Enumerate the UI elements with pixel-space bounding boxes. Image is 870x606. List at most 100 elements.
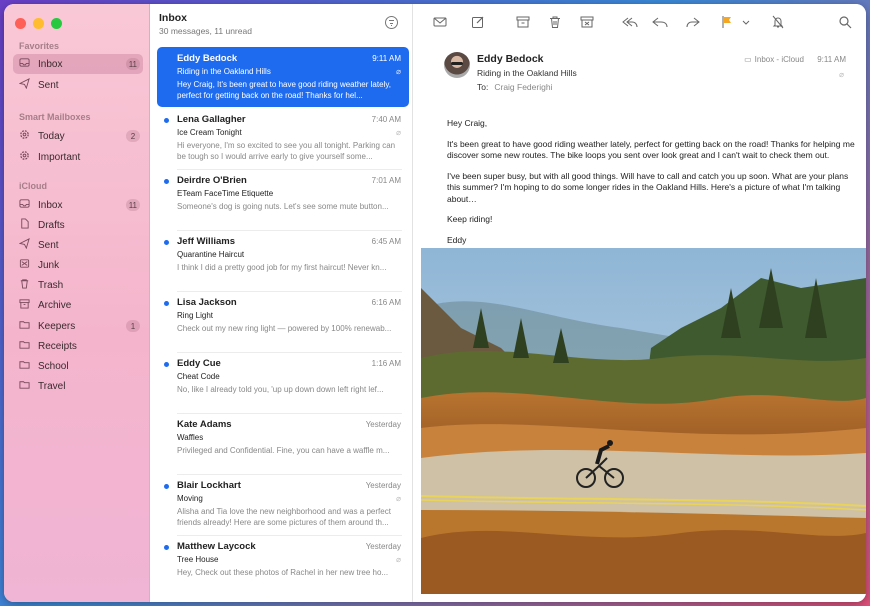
attachment-icon: ⌀ bbox=[396, 494, 401, 503]
message-subject: Quarantine Haircut bbox=[177, 250, 245, 259]
sidebar-item-label: Trash bbox=[38, 279, 64, 291]
zoom-window-button[interactable] bbox=[51, 18, 62, 29]
forward-icon[interactable] bbox=[686, 15, 700, 29]
recipient-name: Craig Federighi bbox=[494, 82, 553, 92]
body-paragraph: I've been super busy, but with all good … bbox=[447, 170, 849, 204]
mailbox-name: Inbox - iCloud bbox=[754, 55, 804, 64]
sidebar-item-label: Drafts bbox=[38, 219, 65, 231]
message-subject: ETeam FaceTime Etiquette bbox=[177, 189, 274, 198]
message-row[interactable]: Lena Gallagher 7:40 AM Ice Cream Tonight ⌀… bbox=[157, 108, 409, 168]
message-preview: Hey, Check out these photos of Rachel in… bbox=[177, 568, 389, 577]
sidebar-item-junk[interactable]: Junk bbox=[13, 255, 143, 275]
sender-name: Eddy Bedock bbox=[477, 53, 544, 65]
reading-pane: Eddy Bedock Riding in the Oakland Hills … bbox=[414, 4, 866, 602]
body-paragraph: Hey Craig, bbox=[447, 118, 488, 128]
mute-bell-icon[interactable] bbox=[771, 15, 785, 29]
message-row[interactable]: Jeff Williams 6:45 AM Quarantine Haircut … bbox=[157, 230, 409, 290]
sidebar: Favorites Inbox 11 Sent Smart Mailboxes … bbox=[4, 4, 150, 602]
junk-icon[interactable] bbox=[580, 15, 594, 29]
sidebar-item-icloud-sent[interactable]: Sent bbox=[13, 235, 143, 255]
message-row[interactable]: Lisa Jackson 6:16 AM Ring Light Check out… bbox=[157, 291, 409, 351]
message-time: Yesterday bbox=[365, 481, 401, 490]
sidebar-item-travel[interactable]: Travel bbox=[13, 376, 143, 396]
message-preview: No, like I already told you, 'up up down… bbox=[177, 385, 384, 394]
message-time: 1:16 AM bbox=[371, 359, 401, 368]
body-paragraph: Eddy bbox=[447, 234, 467, 245]
sidebar-item-label: Sent bbox=[38, 239, 59, 251]
body-paragraph: Keep riding! bbox=[447, 214, 493, 224]
close-window-button[interactable] bbox=[15, 18, 26, 29]
folder-icon bbox=[19, 319, 38, 333]
message-row[interactable]: Eddy Cue 1:16 AM Cheat Code No, like I al… bbox=[157, 352, 409, 412]
message-preview: Hey Craig, It's been great to have good … bbox=[177, 80, 391, 100]
message-row[interactable]: Blair Lockhart Yesterday Moving ⌀ Alisha a… bbox=[157, 474, 409, 534]
sidebar-item-label: School bbox=[38, 360, 69, 372]
avatar bbox=[444, 52, 470, 78]
chevron-down-icon[interactable] bbox=[742, 15, 750, 29]
envelope-icon[interactable] bbox=[433, 15, 447, 29]
message-row[interactable]: Matthew Laycock Yesterday Tree House ⌀ Hey… bbox=[157, 535, 409, 595]
message-subject: Moving bbox=[177, 494, 203, 503]
sidebar-item-receipts[interactable]: Receipts bbox=[13, 336, 143, 356]
message-row[interactable]: Eddy Bedock 9:11 AM Riding in the Oakland… bbox=[157, 47, 409, 107]
message-time: 7:40 AM bbox=[371, 115, 401, 124]
unread-dot bbox=[164, 545, 169, 550]
inbox-icon bbox=[19, 198, 38, 212]
attachment-icon: ⌀ bbox=[396, 555, 401, 564]
trash-icon[interactable] bbox=[548, 15, 562, 29]
email-body: Hey Craig, It's been great to have good … bbox=[447, 118, 857, 255]
sidebar-item-today[interactable]: Today 2 bbox=[13, 126, 143, 146]
sidebar-item-label: Receipts bbox=[38, 340, 77, 352]
sidebar-item-icloud-inbox[interactable]: Inbox 11 bbox=[13, 195, 143, 215]
mail-window: Favorites Inbox 11 Sent Smart Mailboxes … bbox=[4, 4, 866, 602]
mailbox-label: ▭ Inbox - iCloud bbox=[744, 55, 804, 64]
sidebar-item-archive[interactable]: Archive bbox=[13, 295, 143, 315]
minimize-window-button[interactable] bbox=[33, 18, 44, 29]
folder-icon: ▭ bbox=[744, 55, 752, 64]
mailbox-title: Inbox bbox=[159, 12, 187, 24]
message-subject: Tree House bbox=[177, 555, 219, 564]
trash-icon bbox=[19, 278, 38, 292]
unread-badge: 11 bbox=[125, 199, 140, 211]
sidebar-item-label: Travel bbox=[38, 380, 66, 392]
flag-icon[interactable] bbox=[720, 15, 734, 29]
message-sender: Kate Adams bbox=[177, 419, 232, 430]
message-preview: Hi everyone, I'm so excited to see you a… bbox=[177, 141, 396, 161]
message-subject: Cheat Code bbox=[177, 372, 220, 381]
section-title-icloud: iCloud bbox=[19, 181, 47, 191]
folder-icon bbox=[19, 339, 38, 353]
sidebar-item-favorites-sent[interactable]: Sent bbox=[13, 75, 143, 95]
message-subject: Riding in the Oakland Hills bbox=[177, 67, 271, 76]
sidebar-item-label: Inbox bbox=[38, 199, 63, 211]
message-preview: I think I did a pretty good job for my f… bbox=[177, 263, 387, 272]
sidebar-item-school[interactable]: School bbox=[13, 356, 143, 376]
sidebar-item-trash[interactable]: Trash bbox=[13, 275, 143, 295]
unread-badge: 1 bbox=[126, 320, 140, 332]
junk-icon bbox=[19, 258, 38, 272]
toolbar bbox=[414, 4, 866, 40]
message-sender: Eddy Bedock bbox=[177, 53, 238, 64]
message-time: Yesterday bbox=[365, 420, 401, 429]
compose-icon[interactable] bbox=[471, 15, 485, 29]
filter-icon[interactable] bbox=[385, 16, 398, 29]
sidebar-item-important[interactable]: Important bbox=[13, 147, 143, 167]
message-row[interactable]: Deirdre O'Brien 7:01 AM ETeam FaceTime Et… bbox=[157, 169, 409, 229]
folder-icon bbox=[19, 359, 38, 373]
reply-all-icon[interactable] bbox=[618, 15, 638, 29]
folder-icon bbox=[19, 379, 38, 393]
sidebar-item-keepers[interactable]: Keepers 1 bbox=[13, 316, 143, 336]
archive-icon[interactable] bbox=[516, 15, 530, 29]
sidebar-item-favorites-inbox[interactable]: Inbox 11 bbox=[13, 54, 143, 74]
sidebar-item-drafts[interactable]: Drafts bbox=[13, 215, 143, 235]
sidebar-item-label: Today bbox=[38, 130, 65, 142]
sidebar-item-label: Inbox bbox=[38, 58, 63, 70]
reply-icon[interactable] bbox=[650, 15, 670, 29]
message-subject: Waffles bbox=[177, 433, 204, 442]
message-row[interactable]: Kate Adams Yesterday Waffles Privileged a… bbox=[157, 413, 409, 473]
search-icon[interactable] bbox=[838, 15, 852, 29]
unread-dot bbox=[164, 301, 169, 306]
document-icon bbox=[19, 218, 38, 232]
attachment-icon: ⌀ bbox=[396, 128, 401, 137]
message-time: 7:01 AM bbox=[371, 176, 401, 185]
section-title-smart-mailboxes: Smart Mailboxes bbox=[19, 112, 91, 122]
